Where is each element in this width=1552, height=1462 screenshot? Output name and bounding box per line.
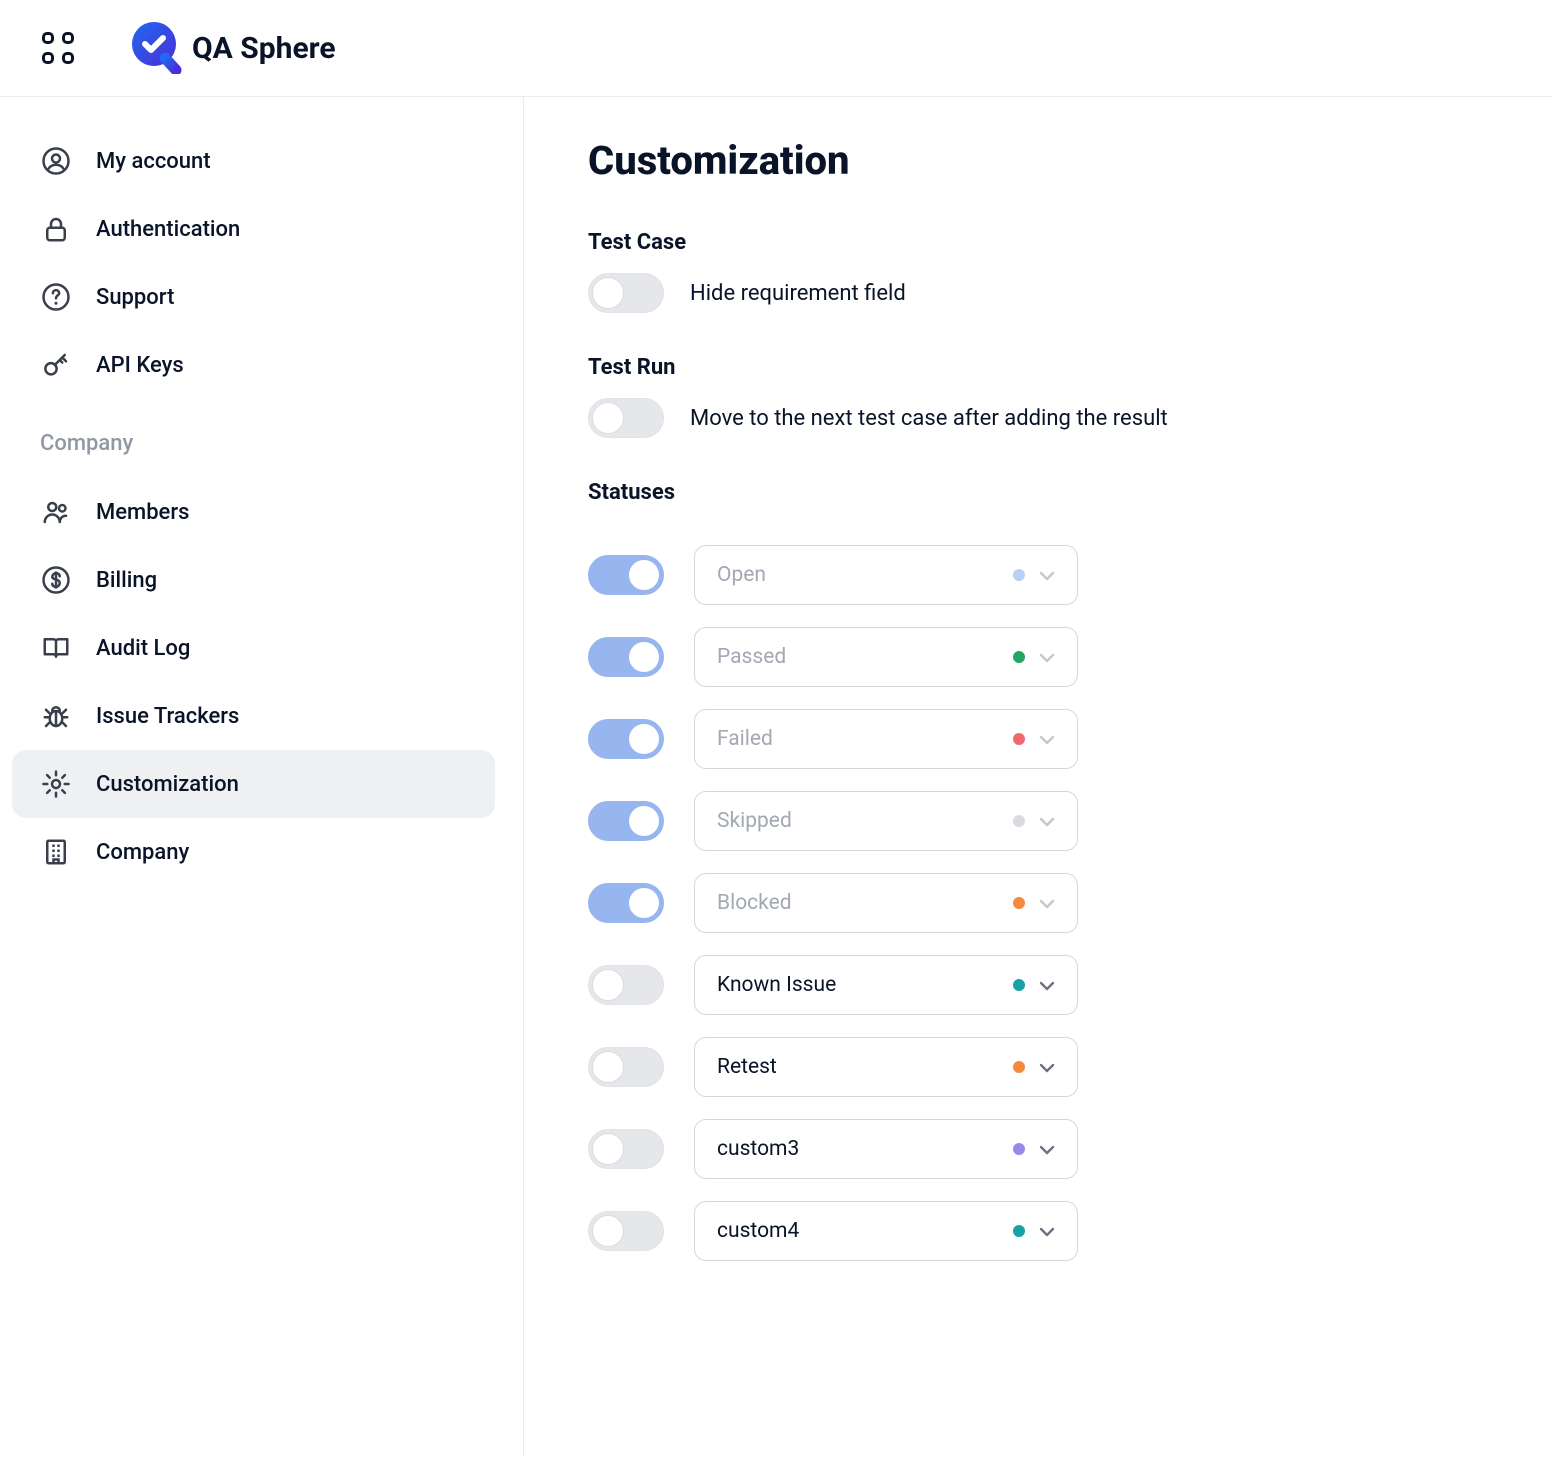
status-select-known-issue[interactable]: Known Issue bbox=[694, 955, 1078, 1015]
sidebar-item-audit-log[interactable]: Audit Log bbox=[12, 614, 495, 682]
sidebar-item-customization[interactable]: Customization bbox=[12, 750, 495, 818]
status-color-dot bbox=[1013, 815, 1025, 827]
status-select-custom4[interactable]: custom4 bbox=[694, 1201, 1078, 1261]
status-color-dot bbox=[1013, 651, 1025, 663]
status-row: Skipped bbox=[588, 791, 1078, 851]
sidebar-item-label: Issue Trackers bbox=[96, 704, 239, 729]
chevron-down-icon bbox=[1039, 973, 1055, 997]
chevron-down-icon bbox=[1039, 1055, 1055, 1079]
sidebar-item-api-keys[interactable]: API Keys bbox=[12, 331, 495, 399]
label-move-next: Move to the next test case after adding … bbox=[690, 406, 1168, 431]
status-color-dot bbox=[1013, 1061, 1025, 1073]
members-icon bbox=[40, 496, 72, 528]
status-name: Known Issue bbox=[717, 973, 836, 997]
status-row: custom3 bbox=[588, 1119, 1078, 1179]
status-row: Passed bbox=[588, 627, 1078, 687]
chevron-down-icon bbox=[1039, 727, 1055, 751]
toggle-status-known-issue[interactable] bbox=[588, 965, 664, 1005]
sidebar-item-label: API Keys bbox=[96, 353, 184, 378]
status-name: custom3 bbox=[717, 1137, 799, 1161]
status-color-dot bbox=[1013, 897, 1025, 909]
sidebar-item-my-account[interactable]: My account bbox=[12, 127, 495, 195]
sidebar-item-label: Authentication bbox=[96, 217, 240, 242]
status-color-dot bbox=[1013, 979, 1025, 991]
toggle-status-failed[interactable] bbox=[588, 719, 664, 759]
apps-grid-icon[interactable] bbox=[40, 30, 76, 66]
book-icon bbox=[40, 632, 72, 664]
status-name: Open bbox=[717, 563, 766, 587]
status-row: Retest bbox=[588, 1037, 1078, 1097]
sidebar: My accountAuthenticationSupportAPI Keys … bbox=[0, 97, 524, 1457]
status-name: Passed bbox=[717, 645, 786, 669]
billing-icon bbox=[40, 564, 72, 596]
toggle-status-skipped[interactable] bbox=[588, 801, 664, 841]
status-name: Retest bbox=[717, 1055, 777, 1079]
section-test-run: Test Run bbox=[588, 355, 1488, 380]
toggle-status-open[interactable] bbox=[588, 555, 664, 595]
sidebar-item-members[interactable]: Members bbox=[12, 478, 495, 546]
gear-icon bbox=[40, 768, 72, 800]
status-select-open: Open bbox=[694, 545, 1078, 605]
status-select-custom3[interactable]: custom3 bbox=[694, 1119, 1078, 1179]
status-select-blocked: Blocked bbox=[694, 873, 1078, 933]
building-icon bbox=[40, 836, 72, 868]
chevron-down-icon bbox=[1039, 1137, 1055, 1161]
status-row: Blocked bbox=[588, 873, 1078, 933]
status-row: Open bbox=[588, 545, 1078, 605]
label-hide-requirement: Hide requirement field bbox=[690, 281, 906, 306]
page-title: Customization bbox=[588, 137, 1488, 184]
sidebar-item-label: Billing bbox=[96, 568, 157, 593]
sidebar-item-label: My account bbox=[96, 149, 211, 174]
sidebar-item-company[interactable]: Company bbox=[12, 818, 495, 886]
toggle-move-next[interactable] bbox=[588, 398, 664, 438]
status-name: Skipped bbox=[717, 809, 792, 833]
toggle-status-blocked[interactable] bbox=[588, 883, 664, 923]
brand-logo-icon bbox=[126, 18, 182, 78]
sidebar-item-billing[interactable]: Billing bbox=[12, 546, 495, 614]
question-circle-icon bbox=[40, 281, 72, 313]
bug-icon bbox=[40, 700, 72, 732]
sidebar-item-label: Company bbox=[96, 840, 189, 865]
sidebar-item-label: Members bbox=[96, 500, 189, 525]
chevron-down-icon bbox=[1039, 645, 1055, 669]
status-color-dot bbox=[1013, 1225, 1025, 1237]
chevron-down-icon bbox=[1039, 809, 1055, 833]
status-color-dot bbox=[1013, 1143, 1025, 1155]
status-select-passed: Passed bbox=[694, 627, 1078, 687]
status-color-dot bbox=[1013, 569, 1025, 581]
status-name: Blocked bbox=[717, 891, 792, 915]
status-row: Known Issue bbox=[588, 955, 1078, 1015]
status-select-skipped: Skipped bbox=[694, 791, 1078, 851]
key-icon bbox=[40, 349, 72, 381]
sidebar-item-label: Support bbox=[96, 285, 174, 310]
status-row: custom4 bbox=[588, 1201, 1078, 1261]
chevron-down-icon bbox=[1039, 1219, 1055, 1243]
status-name: Failed bbox=[717, 727, 773, 751]
sidebar-item-support[interactable]: Support bbox=[12, 263, 495, 331]
status-color-dot bbox=[1013, 733, 1025, 745]
sidebar-item-label: Customization bbox=[96, 772, 239, 797]
brand[interactable]: QA Sphere bbox=[126, 18, 336, 78]
sidebar-item-issue-trackers[interactable]: Issue Trackers bbox=[12, 682, 495, 750]
section-statuses: Statuses bbox=[588, 480, 1488, 505]
sidebar-section-company: Company bbox=[12, 417, 495, 470]
sidebar-item-authentication[interactable]: Authentication bbox=[12, 195, 495, 263]
toggle-status-custom4[interactable] bbox=[588, 1211, 664, 1251]
status-name: custom4 bbox=[717, 1219, 799, 1243]
toggle-status-retest[interactable] bbox=[588, 1047, 664, 1087]
chevron-down-icon bbox=[1039, 563, 1055, 587]
section-test-case: Test Case bbox=[588, 230, 1488, 255]
lock-icon bbox=[40, 213, 72, 245]
brand-name: QA Sphere bbox=[192, 31, 336, 66]
sidebar-item-label: Audit Log bbox=[96, 636, 190, 661]
toggle-status-passed[interactable] bbox=[588, 637, 664, 677]
status-row: Failed bbox=[588, 709, 1078, 769]
status-select-failed: Failed bbox=[694, 709, 1078, 769]
toggle-hide-requirement[interactable] bbox=[588, 273, 664, 313]
status-select-retest[interactable]: Retest bbox=[694, 1037, 1078, 1097]
chevron-down-icon bbox=[1039, 891, 1055, 915]
toggle-status-custom3[interactable] bbox=[588, 1129, 664, 1169]
user-circle-icon bbox=[40, 145, 72, 177]
